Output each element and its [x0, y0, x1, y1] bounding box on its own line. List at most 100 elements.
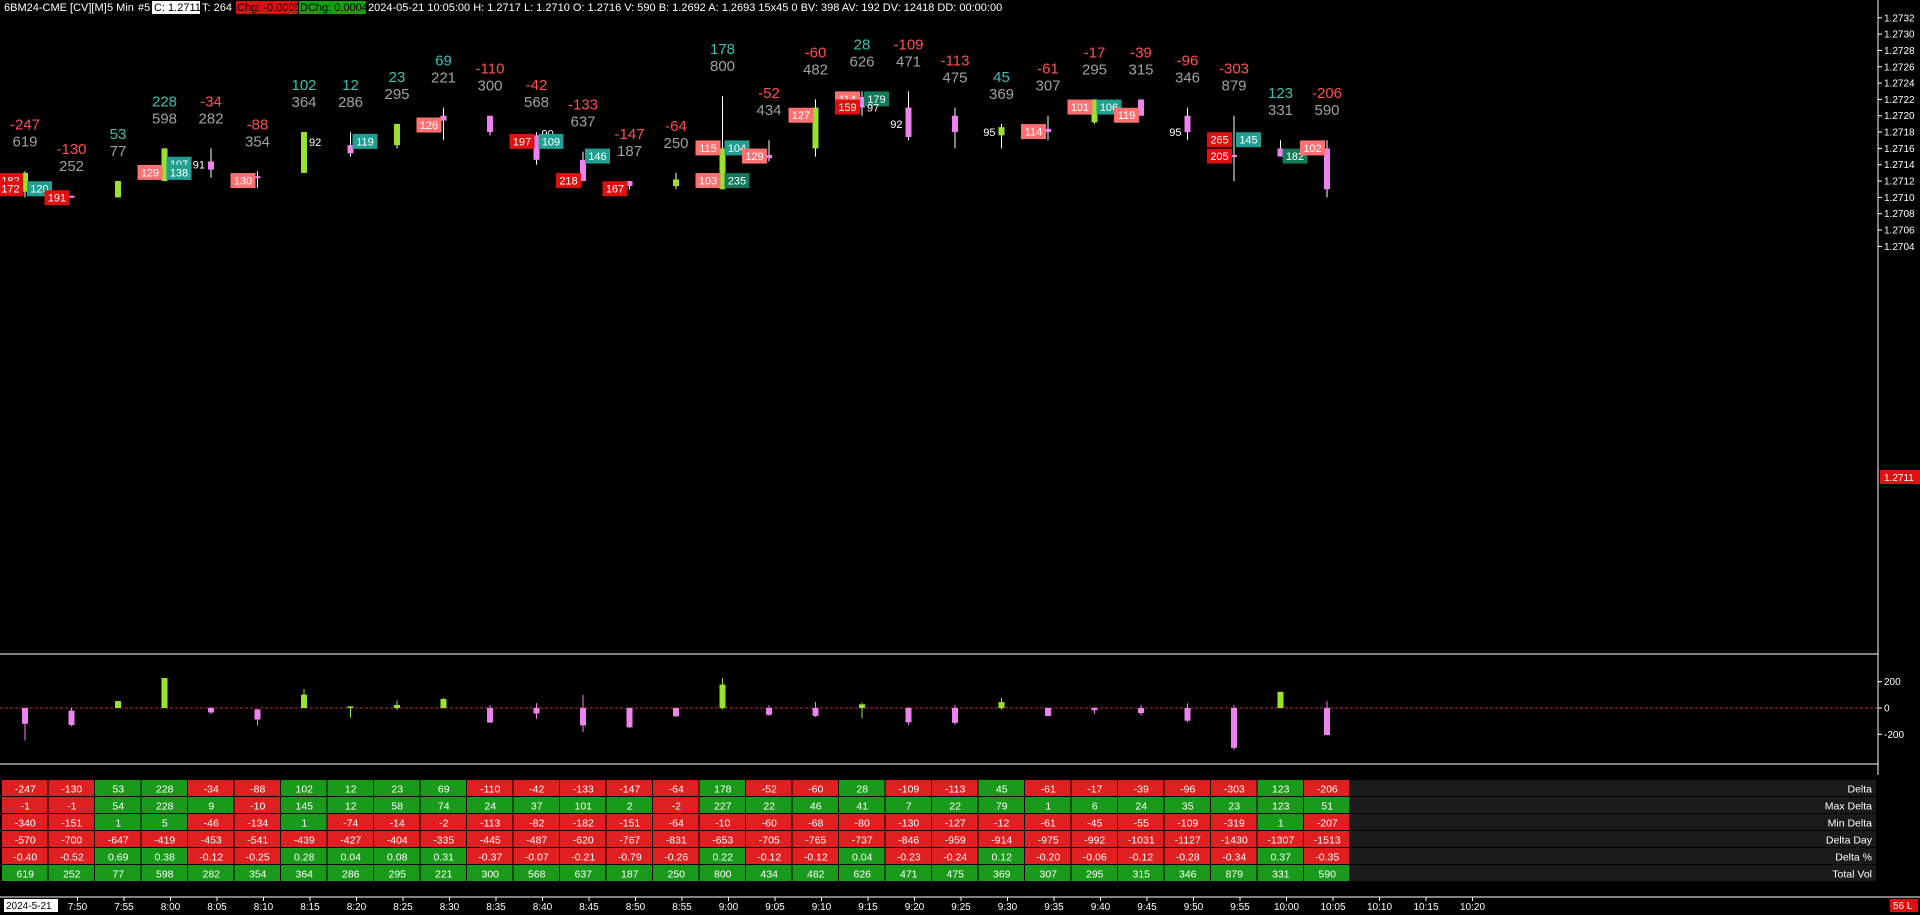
table-cell-value: -10: [715, 818, 730, 830]
time-tick-label: 9:45: [1137, 902, 1157, 913]
table-label-cell: [1350, 848, 1876, 864]
delta-bar: [1138, 708, 1144, 714]
order-label-text: 101: [1071, 102, 1089, 114]
delta-annotation: -113: [941, 53, 970, 70]
order-label: 129: [137, 164, 163, 180]
chart-canvas[interactable]: 6BM24-CME [CV][M] 5 Min #5 C: 1.2711 T: …: [0, 0, 1920, 915]
candle-body: [673, 179, 679, 186]
table-cell-value: 12: [345, 801, 357, 813]
table-cell-value: 0.31: [434, 852, 455, 864]
table-cell-value: 2: [627, 801, 633, 813]
table-label-cell: [1350, 814, 1876, 830]
delta-bar: [1045, 708, 1051, 717]
volume-annotation: 187: [617, 143, 642, 160]
table-cell-value: 37: [531, 801, 543, 813]
table-cell-value: -17: [1087, 784, 1102, 796]
table-cell-value: 79: [996, 801, 1008, 813]
table-cell-value: -0.21: [571, 852, 595, 864]
delta-axis: 200 0 -200: [1878, 677, 1904, 741]
price-axis[interactable]: 1.2732 1.2730 1.2728 1.2726 1.2724 1.2722 1.27…: [1878, 13, 1915, 253]
table-cell-value: -134: [247, 818, 268, 830]
order-label: 191: [44, 190, 70, 206]
table-cell-value: 482: [807, 869, 825, 881]
price-tick-label: 1.2718: [1884, 128, 1915, 139]
order-label: 126: [416, 117, 442, 133]
table-cell-value: -653: [712, 835, 733, 847]
table-cell-value: 74: [438, 801, 450, 813]
time-tick-label: 9:15: [858, 902, 878, 913]
table-cell-value: -1430: [1221, 835, 1248, 847]
delta-bar: [1091, 708, 1098, 711]
time-tick-label: 9:35: [1044, 902, 1064, 913]
order-label-text: 218: [559, 176, 577, 188]
order-label: 205: [1207, 148, 1232, 164]
time-tick-label: 8:20: [347, 902, 367, 913]
table-cell-value: -453: [201, 835, 222, 847]
table-cell-value: -0.06: [1083, 852, 1107, 864]
table-cell-value: -0.23: [897, 852, 921, 864]
price-tick-label: 1.2720: [1884, 111, 1915, 122]
time-tick-label: 8:30: [440, 902, 460, 913]
delta-annotation: -34: [200, 93, 222, 110]
table-cell-value: -2: [672, 801, 681, 813]
order-label-text: 115: [699, 143, 717, 155]
table-cell-value: -64: [669, 818, 684, 830]
table-cell-value: 637: [574, 869, 592, 881]
header-study: #5: [138, 2, 150, 14]
time-tick-label: 8:40: [533, 902, 553, 913]
order-label-text: 205: [1210, 151, 1228, 163]
table-cell-value: -0.12: [1129, 852, 1153, 864]
price-tick-label: 1.2730: [1884, 30, 1915, 41]
table-cell-value: 23: [391, 784, 403, 796]
table-cell-value: -12: [994, 818, 1009, 830]
delta-annotation: 12: [342, 77, 359, 94]
volume-annotation: 331: [1268, 102, 1293, 119]
price-tick-label: 1.2716: [1884, 144, 1915, 155]
time-tick-label: 10:05: [1320, 902, 1345, 913]
table-cell-value: 1: [115, 818, 121, 830]
table-cell-value: -1: [67, 801, 76, 813]
delta-tick-label: 200: [1884, 677, 1901, 688]
time-axis[interactable]: 7:50 7:55 8:00 8:05 8:10 8:15 8:20 8:25 8:30 8:35…: [68, 897, 1486, 913]
table-cell-value: -207: [1317, 818, 1338, 830]
table-cell-value: 307: [1039, 869, 1057, 881]
table-cell-value: 24: [1135, 801, 1147, 813]
price-tick-label: 1.2712: [1884, 177, 1915, 188]
delta-bar: [254, 709, 261, 720]
order-label: 127: [788, 107, 814, 123]
order-label: 119: [352, 133, 378, 149]
corner-status: 56 L: [1890, 899, 1918, 912]
price-tick-label: 1.2728: [1884, 46, 1915, 57]
table-cell-value: 6: [1092, 801, 1098, 813]
delta-annotation: 28: [854, 36, 871, 53]
delta-bar: [347, 706, 354, 708]
header-symbol: 6BM24-CME [CV][M]: [4, 2, 107, 14]
delta-bar: [719, 684, 726, 708]
table-cell-value: -541: [247, 835, 268, 847]
table-cell-value: 221: [435, 869, 453, 881]
date-label-box: 2024-5-21: [4, 899, 58, 912]
table-cell-value: -0.07: [525, 852, 549, 864]
table-cell-value: -96: [1180, 784, 1195, 796]
price-tick-label: 1.2708: [1884, 209, 1915, 220]
volume-annotation: 568: [524, 94, 549, 111]
table-cell-value: 434: [760, 869, 778, 881]
table-cell-value: 227: [714, 801, 732, 813]
table-cell-value: -68: [808, 818, 823, 830]
candle-body: [998, 127, 1005, 136]
price-tick-label: 1.2704: [1884, 242, 1915, 253]
table-cell-value: -10: [250, 801, 265, 813]
price-tick-label: 1.2710: [1884, 193, 1915, 204]
order-label: 91: [193, 160, 205, 172]
table-cell-value: -151: [619, 818, 640, 830]
volume-annotation: 364: [291, 94, 316, 111]
volume-annotation: 598: [152, 110, 177, 127]
order-label-text: 127: [792, 110, 810, 122]
candle-body: [115, 181, 121, 198]
table-cell-value: -34: [204, 784, 219, 796]
delta-bar: [394, 704, 400, 708]
delta-annotation: -88: [247, 116, 269, 133]
delta-annotation: -206: [1312, 85, 1342, 102]
delta-bar: [533, 708, 540, 714]
table-cell-value: 282: [202, 869, 220, 881]
